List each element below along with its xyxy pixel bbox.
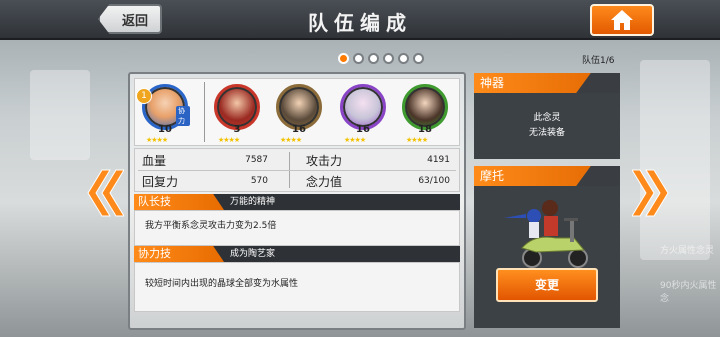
member-slot-5[interactable]: 18 ★★★★ [400,84,450,144]
page-title: 队伍编成 [308,11,412,35]
leader-skill-tag: 队长技 [134,194,224,210]
coop-skill-name: 成为陶艺家 [230,249,276,259]
home-button[interactable] [590,4,654,36]
leader-skill-header: 队长技 万能的精神 [134,194,460,210]
coop-skill-header: 协力技 成为陶艺家 [134,246,460,262]
leader-skill-desc: 我方平衡系念灵攻击力变为2.5倍 [134,210,460,246]
member-slot-2[interactable]: 3 ★★★★ [212,84,262,144]
member-level: 16 [292,124,306,135]
stats-row-separator [138,170,456,171]
team-dot-5[interactable] [398,53,409,64]
member-stars: ★★★★ [146,136,168,144]
member-level: 16 [356,124,370,135]
recovery-label: 回复力 [142,175,179,189]
member-level: 18 [418,124,432,135]
team-dot-4[interactable] [383,53,394,64]
next-team-arrow-icon[interactable] [632,168,672,218]
artifact-line-2: 无法装备 [528,128,565,138]
attack-value: 4191 [427,155,450,165]
artifact-slot[interactable]: 此念灵 无法装备 [474,93,620,159]
hp-value: 7587 [245,155,268,165]
member-level: 10 [158,124,172,135]
previous-team-arrow-icon[interactable] [84,168,124,218]
coop-tag: 协力 [176,106,190,126]
coop-skill-desc: 较短时间内出现的晶球全部变为水属性 [134,262,460,312]
recovery-value: 570 [250,176,268,186]
team-dot-2[interactable] [353,53,364,64]
team-dot-1[interactable] [338,53,349,64]
mana-value: 63/100 [418,176,450,186]
motorcycle-riders-image [504,200,588,268]
team-indicator: 队伍1/6 [582,56,615,66]
background-shelf-left [30,70,90,160]
attack-label: 攻击力 [306,154,343,168]
leader-badge: 1 [136,88,152,104]
leader-skill-name: 万能的精神 [230,197,276,207]
motorcycle-panel [474,186,620,328]
back-button[interactable]: 返回 [98,4,162,34]
mana-label: 念力值 [306,175,343,189]
background-text-1: 方火属性念灵 [660,246,715,256]
member-level: 3 [233,124,241,135]
member-slot-3[interactable]: 16 ★★★★ [274,84,324,144]
team-page-dots [338,53,424,64]
coop-skill-tag: 协力技 [134,246,224,262]
member-stars: ★★★★ [344,136,366,144]
background-shelf-right [640,60,710,260]
top-bar: 返回 队伍编成 [0,0,720,40]
member-stars: ★★★★ [406,136,428,144]
member-slot-4[interactable]: 16 ★★★★ [338,84,388,144]
leader-divider [204,82,205,142]
artifact-line-1: 此念灵 [533,113,561,123]
team-dot-6[interactable] [413,53,424,64]
home-icon [611,10,633,30]
member-stars: ★★★★ [280,136,302,144]
team-dot-3[interactable] [368,53,379,64]
member-slot-1[interactable]: 1 协力 10 ★★★★ [136,84,190,144]
member-stars: ★★★★ [218,136,240,144]
change-motorcycle-button[interactable]: 变更 [496,268,598,302]
background-text-2: 90秒内火属性念 [660,281,717,304]
hp-label: 血量 [142,154,167,168]
